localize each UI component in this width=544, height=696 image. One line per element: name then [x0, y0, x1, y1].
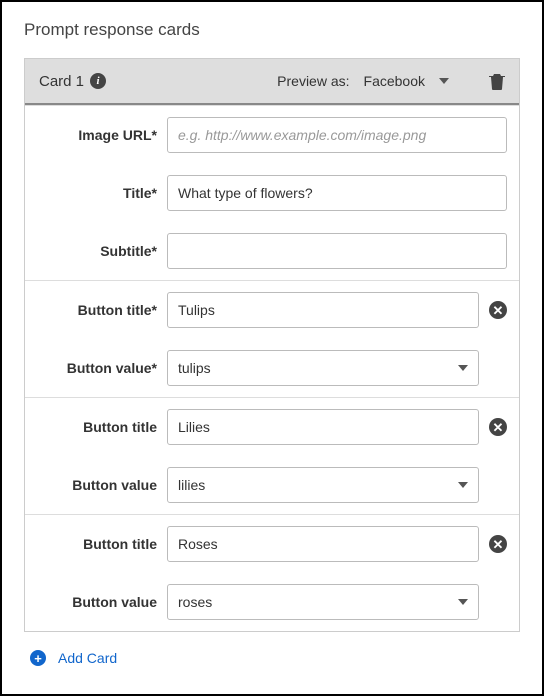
- button-section-0: Button title* ✕ Button value* tulips: [25, 280, 519, 397]
- image-url-input[interactable]: [167, 117, 507, 153]
- button-value-select[interactable]: tulips: [167, 350, 479, 386]
- card-header: Card 1 i Preview as: Facebook: [25, 59, 519, 105]
- add-card-button[interactable]: + Add Card: [24, 650, 520, 666]
- button-value-text: roses: [178, 594, 212, 610]
- preview-as-label: Preview as:: [277, 73, 349, 89]
- caret-down-icon: [458, 365, 468, 371]
- remove-button-icon[interactable]: ✕: [489, 301, 507, 319]
- button-title-label: Button title: [37, 536, 157, 552]
- card-container: Card 1 i Preview as: Facebook Image URL*…: [24, 58, 520, 632]
- section-title: Prompt response cards: [24, 20, 520, 40]
- subtitle-row: Subtitle*: [25, 222, 519, 280]
- button-title-input[interactable]: [167, 409, 479, 445]
- card-name: Card 1: [39, 73, 84, 90]
- button-title-row: Button title ✕: [25, 515, 519, 573]
- info-icon[interactable]: i: [90, 73, 106, 89]
- caret-down-icon: [458, 482, 468, 488]
- button-title-input[interactable]: [167, 526, 479, 562]
- button-section-2: Button title ✕ Button value roses: [25, 514, 519, 631]
- plus-circle-icon: +: [30, 650, 46, 666]
- button-value-label: Button value: [37, 477, 157, 493]
- button-title-label: Button title: [37, 419, 157, 435]
- caret-down-icon: [439, 78, 449, 84]
- button-value-select[interactable]: lilies: [167, 467, 479, 503]
- button-value-label: Button value*: [37, 360, 157, 376]
- button-value-select[interactable]: roses: [167, 584, 479, 620]
- preview-as-select[interactable]: Facebook: [360, 71, 453, 91]
- button-title-row: Button title ✕: [25, 398, 519, 456]
- button-title-row: Button title* ✕: [25, 281, 519, 339]
- trash-icon[interactable]: [489, 72, 505, 90]
- button-value-text: lilies: [178, 477, 205, 493]
- preview-group: Preview as: Facebook: [277, 71, 453, 91]
- add-card-label: Add Card: [58, 650, 117, 666]
- button-title-label: Button title*: [37, 302, 157, 318]
- preview-as-value: Facebook: [364, 73, 425, 89]
- button-value-row: Button value* tulips: [25, 339, 519, 397]
- title-row: Title*: [25, 164, 519, 222]
- subtitle-input[interactable]: [167, 233, 507, 269]
- button-value-row: Button value lilies: [25, 456, 519, 514]
- card-details-section: Image URL* Title* Subtitle*: [25, 105, 519, 280]
- image-url-label: Image URL*: [37, 127, 157, 143]
- button-value-text: tulips: [178, 360, 211, 376]
- button-value-row: Button value roses: [25, 573, 519, 631]
- button-section-1: Button title ✕ Button value lilies: [25, 397, 519, 514]
- button-title-input[interactable]: [167, 292, 479, 328]
- title-label: Title*: [37, 185, 157, 201]
- title-input[interactable]: [167, 175, 507, 211]
- remove-button-icon[interactable]: ✕: [489, 535, 507, 553]
- subtitle-label: Subtitle*: [37, 243, 157, 259]
- button-value-label: Button value: [37, 594, 157, 610]
- caret-down-icon: [458, 599, 468, 605]
- remove-button-icon[interactable]: ✕: [489, 418, 507, 436]
- image-url-row: Image URL*: [25, 106, 519, 164]
